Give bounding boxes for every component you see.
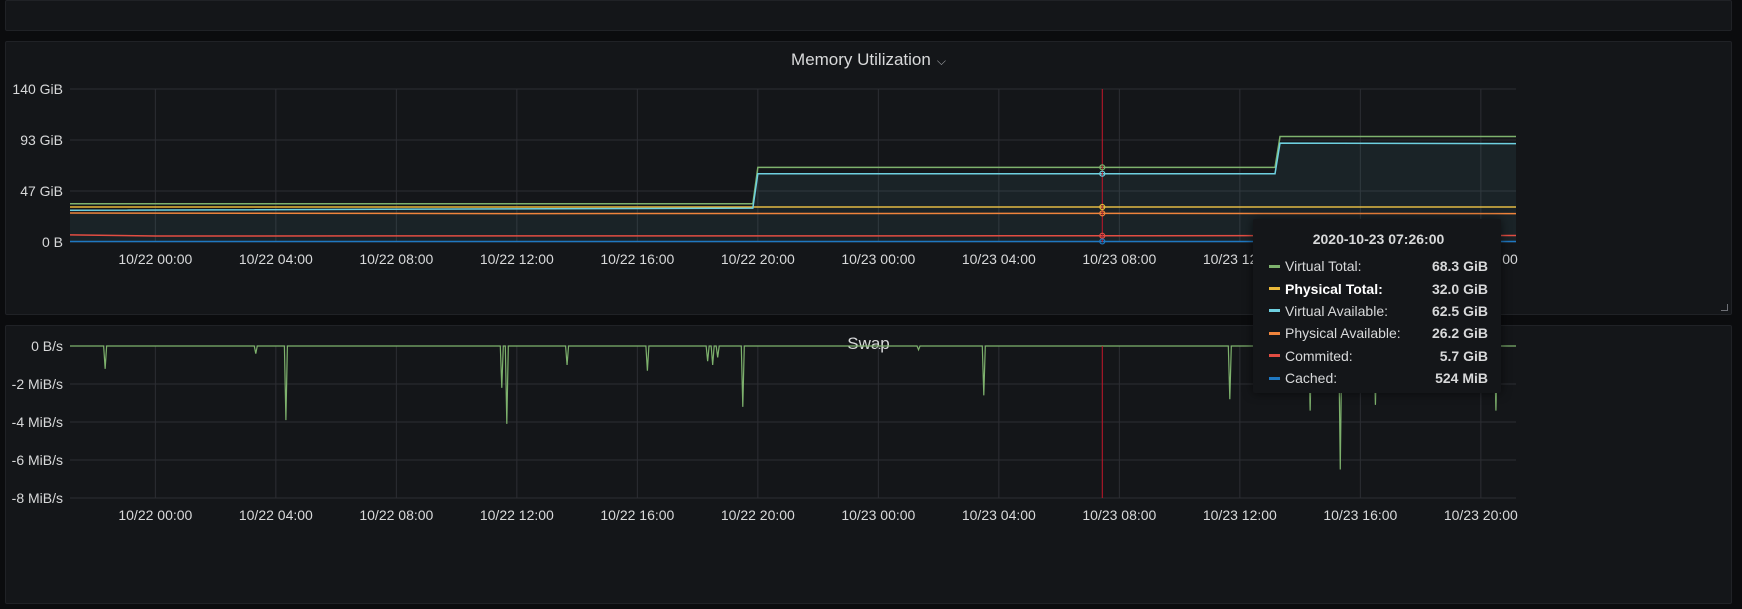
- tooltip-series-value: 26.2 GiB: [1431, 325, 1488, 342]
- resize-handle-icon[interactable]: [1721, 304, 1728, 311]
- series-swatch-icon: [1269, 287, 1280, 291]
- y-tick-label: -6 MiB/s: [12, 452, 63, 468]
- tooltip-row: Virtual Total: 68.3 GiB: [1269, 255, 1488, 277]
- tooltip-series-value: 5.7 GiB: [1439, 347, 1488, 364]
- y-tick-label: 0 B/s: [31, 338, 63, 354]
- x-tick-label: 10/23 08:00: [1082, 251, 1156, 267]
- tooltip-row: Virtual Available: 62.5 GiB: [1269, 300, 1488, 322]
- x-tick-label: 10/23 16:00: [1323, 507, 1397, 523]
- tooltip-series-name: Virtual Total:: [1285, 258, 1362, 275]
- x-tick-label: 10/22 00:00: [118, 251, 192, 267]
- x-tick-label: 10/23 12:00: [1203, 507, 1277, 523]
- tooltip-series-value: 32.0 GiB: [1431, 280, 1488, 297]
- graph-tooltip: 2020-10-23 07:26:00 Virtual Total: 68.3 G…: [1253, 219, 1501, 393]
- x-tick-label: 10/23 00:00: [841, 251, 915, 267]
- tooltip-series-name: Physical Total:: [1285, 280, 1383, 297]
- series-swatch-icon: [1269, 376, 1280, 380]
- tooltip-row: Cached: 524 MiB: [1269, 367, 1488, 389]
- tooltip-series-value: 62.5 GiB: [1431, 302, 1488, 319]
- x-tick-label: 10/22 04:00: [239, 507, 313, 523]
- series-line: [69, 212, 1517, 215]
- x-tick-label: 10/23 00:00: [841, 507, 915, 523]
- x-tick-label: 10/23 04:00: [962, 251, 1036, 267]
- tooltip-timestamp: 2020-10-23 07:26:00: [1312, 231, 1445, 247]
- tooltip-row: Physical Available: 26.2 GiB: [1269, 322, 1488, 344]
- tooltip-series-value: 68.3 GiB: [1431, 258, 1488, 275]
- tooltip-series-name: Commited:: [1285, 347, 1353, 364]
- y-tick-label: -4 MiB/s: [12, 414, 63, 430]
- tooltip-series-name: Virtual Available:: [1285, 302, 1388, 319]
- series-swatch-icon: [1269, 331, 1280, 335]
- tooltip-series-name: Physical Available:: [1285, 325, 1401, 342]
- y-tick-label: 140 GiB: [12, 81, 63, 97]
- tooltip-series-value: 524 MiB: [1435, 370, 1488, 387]
- y-tick-label: 47 GiB: [20, 183, 63, 199]
- x-tick-label: 10/22 16:00: [600, 251, 674, 267]
- x-tick-label: 10/23 20:00: [1444, 507, 1518, 523]
- x-tick-label: 10/22 00:00: [118, 507, 192, 523]
- tooltip-row: Physical Total: 32.0 GiB: [1269, 277, 1488, 299]
- x-tick-label: 10/23 04:00: [962, 507, 1036, 523]
- series-swatch-icon: [1269, 354, 1280, 358]
- series-swatch-icon: [1269, 309, 1280, 313]
- series-swatch-icon: [1269, 264, 1280, 268]
- x-tick-label: 10/23 08:00: [1082, 507, 1156, 523]
- y-tick-label: 93 GiB: [20, 132, 63, 148]
- x-tick-label: 10/22 12:00: [480, 251, 554, 267]
- y-tick-label: -2 MiB/s: [12, 376, 63, 392]
- x-tick-label: 10/22 08:00: [359, 251, 433, 267]
- y-tick-label: 0 B: [42, 234, 63, 250]
- tooltip-row: Commited: 5.7 GiB: [1269, 345, 1488, 367]
- x-tick-label: 10/22 20:00: [721, 251, 795, 267]
- y-tick-label: -8 MiB/s: [12, 490, 63, 506]
- x-tick-label: 10/22 08:00: [359, 507, 433, 523]
- x-tick-label: 10/22 12:00: [480, 507, 554, 523]
- x-tick-label: 10/22 04:00: [239, 251, 313, 267]
- collapsed-row-panel: [5, 0, 1732, 31]
- x-tick-label: 10/22 20:00: [721, 507, 795, 523]
- tooltip-series-name: Cached:: [1285, 370, 1338, 387]
- x-tick-label: 10/22 16:00: [600, 507, 674, 523]
